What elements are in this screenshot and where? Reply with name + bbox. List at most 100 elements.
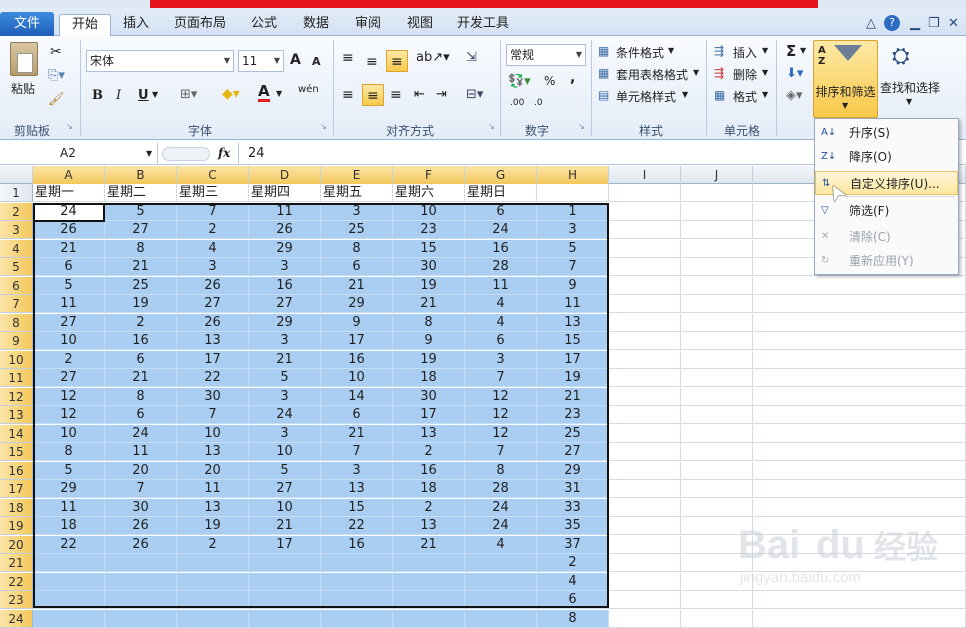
table-cell[interactable]: 10 — [249, 498, 321, 517]
tab-file[interactable]: 文件 — [0, 12, 54, 36]
table-cell[interactable]: 27 — [177, 295, 249, 313]
table-cell[interactable]: 9 — [393, 332, 465, 350]
row-header[interactable]: 14 — [0, 424, 33, 443]
table-cell[interactable]: 29 — [537, 461, 609, 480]
chevron-down-icon[interactable]: ▼ — [668, 46, 674, 55]
table-cell[interactable] — [681, 350, 753, 369]
table-cell[interactable]: 7 — [465, 369, 537, 387]
header-cell[interactable] — [681, 184, 753, 202]
orientation-icon[interactable]: ab↗▾ — [416, 50, 450, 65]
table-cell[interactable]: 4 — [465, 295, 537, 313]
table-cell[interactable] — [681, 313, 753, 332]
table-cell[interactable]: 17 — [249, 535, 321, 554]
column-header-j[interactable]: J — [681, 166, 753, 184]
grow-font-button[interactable]: A — [290, 52, 301, 68]
bold-button[interactable]: B — [92, 88, 103, 103]
autosum-button[interactable]: Σ — [786, 42, 796, 60]
header-cell[interactable]: 星期日 — [465, 184, 537, 202]
table-cell[interactable]: 7 — [465, 443, 537, 461]
table-cell[interactable]: 16 — [321, 350, 393, 369]
table-cell[interactable]: 8 — [537, 609, 609, 628]
table-cell[interactable]: 3 — [177, 258, 249, 276]
table-cell[interactable]: 19 — [393, 276, 465, 295]
table-cell[interactable] — [249, 554, 321, 572]
table-cell[interactable]: 28 — [465, 258, 537, 276]
italic-button[interactable]: I — [116, 88, 121, 103]
table-cell[interactable]: 26 — [105, 517, 177, 535]
table-cell[interactable] — [609, 387, 681, 406]
row-header[interactable]: 10 — [0, 350, 33, 369]
format-as-table-icon[interactable]: ▦ — [598, 66, 609, 80]
tab-review[interactable]: 审阅 — [348, 14, 388, 36]
table-cell[interactable]: 24 — [105, 424, 177, 443]
header-cell[interactable] — [537, 184, 609, 202]
table-cell[interactable]: 16 — [105, 332, 177, 350]
table-cell[interactable]: 18 — [33, 517, 105, 535]
table-cell[interactable]: 13 — [393, 517, 465, 535]
paste-button[interactable]: 粘贴 — [11, 80, 35, 97]
header-cell[interactable]: 星期一 — [33, 184, 105, 202]
table-cell[interactable] — [33, 572, 105, 591]
paste-icon[interactable] — [10, 42, 38, 76]
column-header-e[interactable]: E — [321, 166, 393, 184]
table-cell[interactable]: 8 — [393, 313, 465, 332]
table-cell[interactable]: 4 — [177, 239, 249, 258]
table-cell[interactable] — [681, 295, 753, 313]
chevron-down-icon[interactable]: ▼ — [762, 46, 768, 55]
table-cell[interactable]: 12 — [465, 406, 537, 424]
column-header-f[interactable]: F — [393, 166, 465, 184]
table-cell[interactable] — [681, 609, 753, 628]
table-cell[interactable] — [681, 239, 753, 258]
row-header[interactable]: 20 — [0, 535, 33, 554]
table-cell[interactable]: 25 — [105, 276, 177, 295]
table-cell[interactable] — [681, 480, 753, 498]
table-cell[interactable]: 21 — [249, 350, 321, 369]
header-cell[interactable] — [609, 184, 681, 202]
table-cell[interactable]: 7 — [537, 258, 609, 276]
table-cell[interactable]: 13 — [177, 332, 249, 350]
table-cell[interactable]: 11 — [33, 295, 105, 313]
table-cell[interactable]: 2 — [33, 350, 105, 369]
row-header[interactable]: 3 — [0, 221, 33, 239]
table-cell[interactable] — [609, 591, 681, 609]
number-launcher-icon[interactable]: ↘ — [578, 122, 585, 131]
insert-cells-icon[interactable]: ⇶ — [714, 44, 724, 58]
fill-down-icon[interactable]: ⬇▾ — [786, 66, 803, 81]
chevron-down-icon[interactable]: ▼ — [762, 68, 768, 77]
table-cell[interactable]: 37 — [537, 535, 609, 554]
table-cell[interactable]: 28 — [465, 480, 537, 498]
delete-cells-icon[interactable]: ⇶ — [714, 66, 724, 80]
table-cell[interactable]: 16 — [465, 239, 537, 258]
table-cell[interactable] — [681, 369, 753, 387]
row-header[interactable]: 24 — [0, 609, 33, 628]
table-cell[interactable] — [249, 591, 321, 609]
table-cell[interactable]: 22 — [321, 517, 393, 535]
table-cell[interactable]: 13 — [393, 424, 465, 443]
align-bottom-icon[interactable]: ≡ — [386, 50, 408, 72]
table-cell[interactable] — [609, 443, 681, 461]
table-cell[interactable] — [753, 350, 966, 369]
table-cell[interactable] — [465, 554, 537, 572]
shrink-font-button[interactable]: A — [312, 55, 321, 68]
table-cell[interactable]: 27 — [33, 313, 105, 332]
align-right-icon[interactable]: ≡ — [390, 87, 402, 103]
chevron-down-icon[interactable]: ▼ — [762, 90, 768, 99]
table-cell[interactable]: 4 — [465, 313, 537, 332]
comma-button[interactable]: , — [570, 70, 575, 86]
table-cell[interactable] — [33, 591, 105, 609]
chevron-down-icon[interactable]: ▼ — [276, 89, 282, 98]
table-cell[interactable]: 23 — [393, 221, 465, 239]
header-cell[interactable]: 星期二 — [105, 184, 177, 202]
table-cell[interactable]: 15 — [537, 332, 609, 350]
chevron-down-icon[interactable]: ▼ — [693, 68, 699, 77]
table-cell[interactable] — [681, 276, 753, 295]
table-cell[interactable]: 27 — [33, 369, 105, 387]
chevron-down-icon[interactable]: ▼ — [906, 97, 912, 106]
table-cell[interactable]: 2 — [177, 535, 249, 554]
table-cell[interactable]: 6 — [465, 332, 537, 350]
column-header-h[interactable]: H — [537, 166, 609, 184]
table-cell[interactable]: 27 — [249, 480, 321, 498]
table-cell[interactable]: 21 — [249, 517, 321, 535]
table-cell[interactable]: 7 — [177, 406, 249, 424]
chevron-down-icon[interactable]: ▼ — [682, 90, 688, 99]
